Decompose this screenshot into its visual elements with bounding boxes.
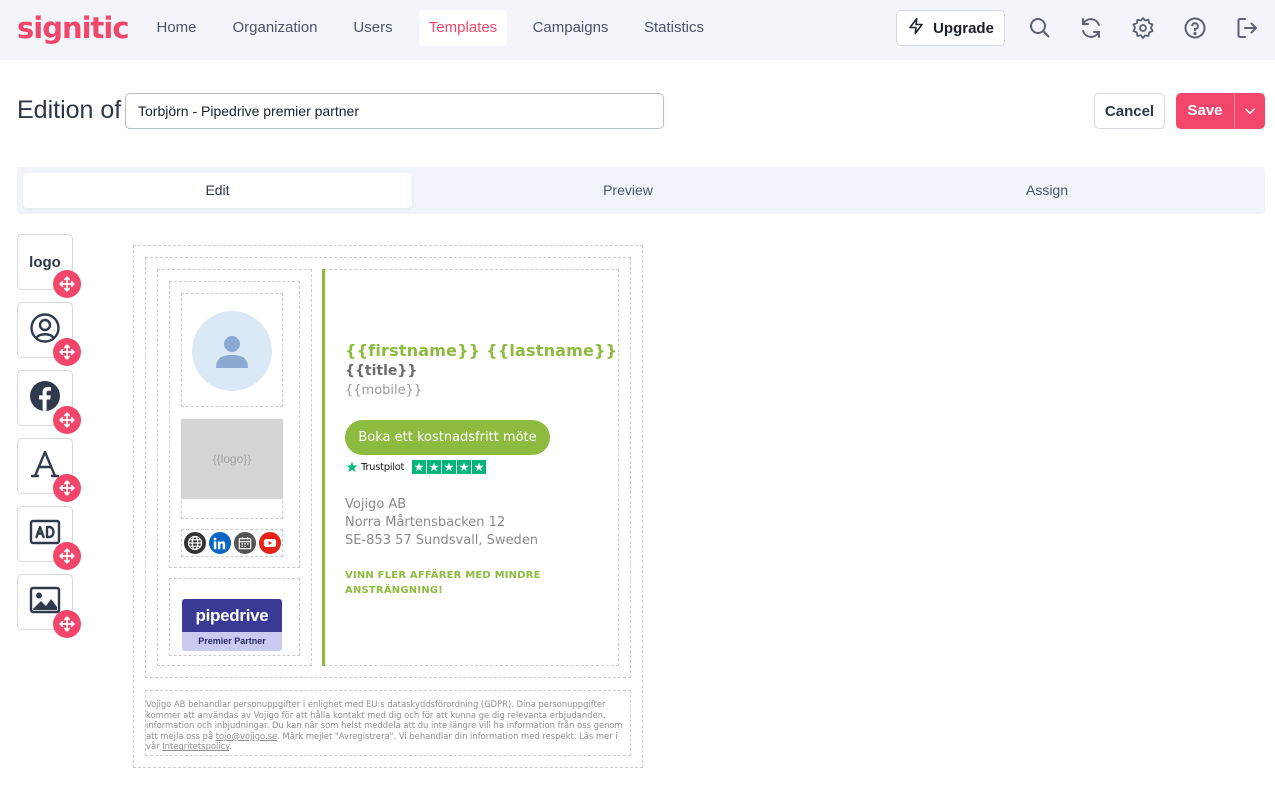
upgrade-button[interactable]: Upgrade (896, 10, 1005, 46)
calendar-icon[interactable] (232, 531, 257, 555)
top-navigation-bar: signitic Home Organization Users Templat… (0, 0, 1275, 60)
nav-home[interactable]: Home (148, 10, 205, 46)
rating-star-icon (457, 460, 472, 474)
signature-name: {{firstname}} {{lastname}} (345, 341, 618, 360)
signature-title: {{title}} (345, 363, 418, 379)
privacy-policy-link[interactable]: Integritetspolicy (162, 741, 229, 751)
youtube-icon[interactable] (257, 531, 282, 555)
search-icon[interactable] (1028, 16, 1052, 40)
trustpilot-label: Trustpilot (361, 461, 405, 473)
company-street: Norra Mårtensbacken 12 (345, 515, 506, 530)
move-icon[interactable] (53, 474, 81, 502)
nav-organization[interactable]: Organization (224, 10, 326, 46)
editor-tabs: Edit Preview Assign (17, 167, 1265, 214)
save-label: Save (1187, 102, 1223, 119)
company-city: SE-853 57 Sundsvall, Sweden (345, 533, 539, 548)
palette-logo-block[interactable]: logo (17, 234, 81, 298)
trustpilot-badge[interactable]: Trustpilot (346, 460, 487, 474)
palette-image-block[interactable] (17, 574, 81, 638)
move-icon[interactable] (53, 338, 81, 366)
nav-templates[interactable]: Templates (419, 10, 507, 46)
logout-icon[interactable] (1235, 16, 1259, 40)
template-name-input[interactable] (125, 93, 664, 129)
rating-star-icon (472, 460, 487, 474)
edition-label: Edition of (17, 96, 122, 124)
tab-edit[interactable]: Edit (23, 173, 412, 208)
logo-text: logo (29, 253, 61, 271)
tab-assign[interactable]: Assign (837, 173, 1257, 208)
rating-star-icon (442, 460, 457, 474)
social-icons-row (181, 530, 283, 556)
rating-star-icon (427, 460, 442, 474)
brand-logo[interactable]: signitic (17, 11, 130, 45)
partner-logo-name: pipedrive (182, 599, 282, 632)
signature-mobile: {{mobile}} (345, 383, 423, 398)
globe-icon[interactable] (182, 531, 207, 555)
disclaimer-end: . (229, 741, 232, 752)
tab-preview[interactable]: Preview (423, 173, 833, 208)
gdpr-disclaimer: Vojigo AB behandlar personuppgifter i en… (146, 699, 632, 752)
gear-icon[interactable] (1131, 16, 1155, 40)
booking-cta-button[interactable]: Boka ett kostnadsfritt möte (345, 420, 550, 455)
avatar-placeholder (192, 311, 272, 391)
palette-text-block[interactable] (17, 438, 81, 502)
rating-star-icon (412, 460, 427, 474)
palette-avatar-block[interactable] (17, 302, 81, 366)
logo-placeholder: {{logo}} (181, 419, 283, 499)
nav-campaigns[interactable]: Campaigns (525, 10, 616, 46)
palette-banner-block[interactable] (17, 506, 81, 570)
help-icon[interactable] (1183, 16, 1207, 40)
cancel-button[interactable]: Cancel (1094, 93, 1165, 129)
partner-logo-tier: Premier Partner (182, 632, 282, 651)
accent-divider (322, 269, 325, 666)
nav-statistics[interactable]: Statistics (635, 10, 713, 46)
trustpilot-rating (412, 460, 487, 474)
move-icon[interactable] (53, 610, 81, 638)
pipedrive-partner-logo: pipedrive Premier Partner (182, 599, 282, 651)
slogan-line-2: ANSTRÄNGNING! (345, 585, 443, 596)
disclaimer-email-link[interactable]: tojo@vojigo.se (216, 731, 277, 741)
move-icon[interactable] (53, 406, 81, 434)
save-button[interactable]: Save (1176, 93, 1265, 129)
linkedin-icon[interactable] (207, 531, 232, 555)
slogan-line-1: VINN FLER AFFÄRER MED MINDRE (345, 570, 541, 581)
upgrade-label: Upgrade (933, 19, 994, 37)
refresh-icon[interactable] (1079, 16, 1103, 40)
nav-users[interactable]: Users (345, 10, 401, 46)
trustpilot-star-icon (346, 461, 358, 473)
chevron-down-icon[interactable] (1235, 93, 1265, 129)
move-icon[interactable] (53, 542, 81, 570)
move-icon[interactable] (53, 270, 81, 298)
user-icon (216, 336, 248, 368)
palette-social-block[interactable] (17, 370, 81, 434)
lightning-icon (907, 17, 925, 39)
company-name: Vojigo AB (345, 497, 407, 512)
